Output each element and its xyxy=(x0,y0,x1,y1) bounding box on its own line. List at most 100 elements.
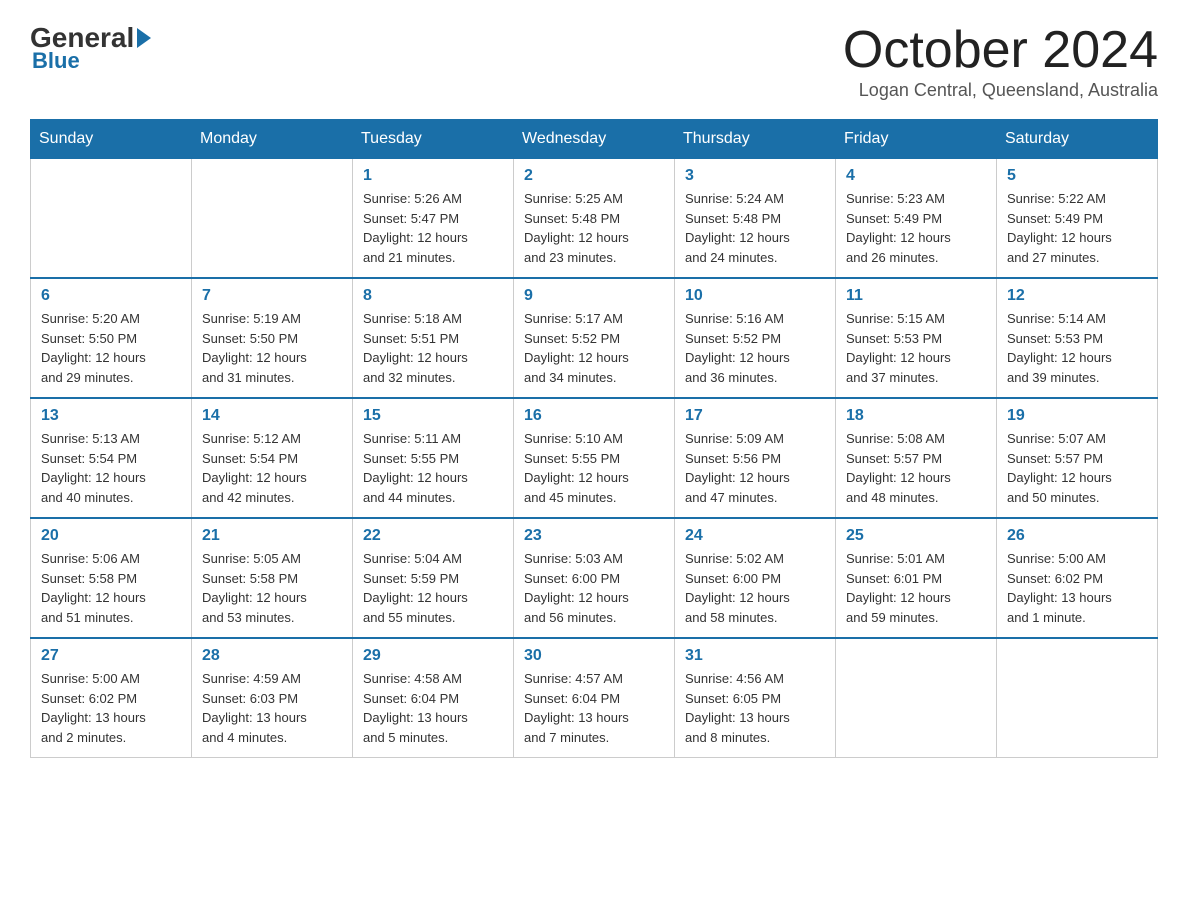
calendar-cell: 31 Sunrise: 4:56 AMSunset: 6:05 PMDayligh… xyxy=(675,638,836,758)
day-number: 20 xyxy=(41,527,181,545)
calendar-cell: 5 Sunrise: 5:22 AMSunset: 5:49 PMDaylight… xyxy=(997,159,1158,279)
day-number: 24 xyxy=(685,527,825,545)
day-number: 25 xyxy=(846,527,986,545)
day-info: Sunrise: 5:13 AMSunset: 5:54 PMDaylight:… xyxy=(41,429,181,507)
day-info: Sunrise: 5:15 AMSunset: 5:53 PMDaylight:… xyxy=(846,309,986,387)
day-number: 17 xyxy=(685,407,825,425)
day-number: 8 xyxy=(363,287,503,305)
day-number: 14 xyxy=(202,407,342,425)
day-number: 16 xyxy=(524,407,664,425)
day-info: Sunrise: 5:16 AMSunset: 5:52 PMDaylight:… xyxy=(685,309,825,387)
calendar-cell: 15Sunrise: 5:11 AMSunset: 5:55 PMDayligh… xyxy=(353,398,514,518)
weekday-header-wednesday: Wednesday xyxy=(514,120,675,159)
day-number: 28 xyxy=(202,647,342,665)
day-number: 23 xyxy=(524,527,664,545)
calendar-table: SundayMondayTuesdayWednesdayThursdayFrid… xyxy=(30,119,1158,758)
day-info: Sunrise: 5:03 AMSunset: 6:00 PMDaylight:… xyxy=(524,549,664,627)
day-number: 4 xyxy=(846,167,986,185)
calendar-cell: 13 Sunrise: 5:13 AMSunset: 5:54 PMDayligh… xyxy=(31,398,192,518)
day-info: Sunrise: 5:06 AMSunset: 5:58 PMDaylight:… xyxy=(41,549,181,627)
calendar-cell: 20 Sunrise: 5:06 AMSunset: 5:58 PMDayligh… xyxy=(31,518,192,638)
week-row-2: 6 Sunrise: 5:20 AMSunset: 5:50 PMDaylight… xyxy=(31,278,1158,398)
day-info: Sunrise: 5:05 AMSunset: 5:58 PMDaylight:… xyxy=(202,549,342,627)
day-info: Sunrise: 5:18 AMSunset: 5:51 PMDaylight:… xyxy=(363,309,503,387)
day-number: 22 xyxy=(363,527,503,545)
calendar-cell: 22Sunrise: 5:04 AMSunset: 5:59 PMDayligh… xyxy=(353,518,514,638)
calendar-cell: 8 Sunrise: 5:18 AMSunset: 5:51 PMDaylight… xyxy=(353,278,514,398)
day-info: Sunrise: 5:10 AMSunset: 5:55 PMDaylight:… xyxy=(524,429,664,507)
day-number: 2 xyxy=(524,167,664,185)
day-number: 29 xyxy=(363,647,503,665)
calendar-cell xyxy=(31,159,192,279)
day-number: 12 xyxy=(1007,287,1147,305)
day-info: Sunrise: 5:08 AMSunset: 5:57 PMDaylight:… xyxy=(846,429,986,507)
calendar-cell: 30 Sunrise: 4:57 AMSunset: 6:04 PMDayligh… xyxy=(514,638,675,758)
day-info: Sunrise: 5:23 AMSunset: 5:49 PMDaylight:… xyxy=(846,189,986,267)
day-info: Sunrise: 4:59 AMSunset: 6:03 PMDaylight:… xyxy=(202,669,342,747)
day-number: 18 xyxy=(846,407,986,425)
calendar-cell: 12 Sunrise: 5:14 AMSunset: 5:53 PMDayligh… xyxy=(997,278,1158,398)
calendar-cell: 21 Sunrise: 5:05 AMSunset: 5:58 PMDayligh… xyxy=(192,518,353,638)
day-number: 31 xyxy=(685,647,825,665)
calendar-cell xyxy=(192,159,353,279)
day-number: 21 xyxy=(202,527,342,545)
day-info: Sunrise: 5:01 AMSunset: 6:01 PMDaylight:… xyxy=(846,549,986,627)
day-number: 9 xyxy=(524,287,664,305)
day-number: 13 xyxy=(41,407,181,425)
day-info: Sunrise: 5:20 AMSunset: 5:50 PMDaylight:… xyxy=(41,309,181,387)
day-number: 27 xyxy=(41,647,181,665)
day-number: 6 xyxy=(41,287,181,305)
day-info: Sunrise: 5:19 AMSunset: 5:50 PMDaylight:… xyxy=(202,309,342,387)
weekday-header-saturday: Saturday xyxy=(997,120,1158,159)
calendar-cell: 14Sunrise: 5:12 AMSunset: 5:54 PMDayligh… xyxy=(192,398,353,518)
weekday-header-thursday: Thursday xyxy=(675,120,836,159)
day-info: Sunrise: 4:57 AMSunset: 6:04 PMDaylight:… xyxy=(524,669,664,747)
calendar-cell: 9 Sunrise: 5:17 AMSunset: 5:52 PMDaylight… xyxy=(514,278,675,398)
week-row-3: 13 Sunrise: 5:13 AMSunset: 5:54 PMDayligh… xyxy=(31,398,1158,518)
logo: General Blue xyxy=(30,24,153,74)
calendar-cell: 26 Sunrise: 5:00 AMSunset: 6:02 PMDayligh… xyxy=(997,518,1158,638)
calendar-cell: 28 Sunrise: 4:59 AMSunset: 6:03 PMDayligh… xyxy=(192,638,353,758)
calendar-cell xyxy=(836,638,997,758)
week-row-4: 20 Sunrise: 5:06 AMSunset: 5:58 PMDayligh… xyxy=(31,518,1158,638)
calendar-cell: 25 Sunrise: 5:01 AMSunset: 6:01 PMDayligh… xyxy=(836,518,997,638)
day-info: Sunrise: 5:17 AMSunset: 5:52 PMDaylight:… xyxy=(524,309,664,387)
calendar-cell: 10 Sunrise: 5:16 AMSunset: 5:52 PMDayligh… xyxy=(675,278,836,398)
day-number: 10 xyxy=(685,287,825,305)
week-row-1: 1Sunrise: 5:26 AMSunset: 5:47 PMDaylight… xyxy=(31,159,1158,279)
day-info: Sunrise: 5:00 AMSunset: 6:02 PMDaylight:… xyxy=(1007,549,1147,627)
day-number: 7 xyxy=(202,287,342,305)
calendar-cell: 4 Sunrise: 5:23 AMSunset: 5:49 PMDaylight… xyxy=(836,159,997,279)
day-number: 3 xyxy=(685,167,825,185)
day-number: 11 xyxy=(846,287,986,305)
weekday-header-row: SundayMondayTuesdayWednesdayThursdayFrid… xyxy=(31,120,1158,159)
calendar-cell: 19Sunrise: 5:07 AMSunset: 5:57 PMDayligh… xyxy=(997,398,1158,518)
calendar-cell: 29 Sunrise: 4:58 AMSunset: 6:04 PMDayligh… xyxy=(353,638,514,758)
weekday-header-tuesday: Tuesday xyxy=(353,120,514,159)
calendar-cell: 7 Sunrise: 5:19 AMSunset: 5:50 PMDaylight… xyxy=(192,278,353,398)
day-info: Sunrise: 5:14 AMSunset: 5:53 PMDaylight:… xyxy=(1007,309,1147,387)
page-header: General Blue October 2024 Logan Central,… xyxy=(30,24,1158,101)
month-title: October 2024 xyxy=(843,24,1158,76)
calendar-cell: 3 Sunrise: 5:24 AMSunset: 5:48 PMDaylight… xyxy=(675,159,836,279)
calendar-cell: 11 Sunrise: 5:15 AMSunset: 5:53 PMDayligh… xyxy=(836,278,997,398)
logo-blue-text: Blue xyxy=(32,48,80,74)
title-area: October 2024 Logan Central, Queensland, … xyxy=(843,24,1158,101)
calendar-cell: 18 Sunrise: 5:08 AMSunset: 5:57 PMDayligh… xyxy=(836,398,997,518)
calendar-cell: 6 Sunrise: 5:20 AMSunset: 5:50 PMDaylight… xyxy=(31,278,192,398)
weekday-header-friday: Friday xyxy=(836,120,997,159)
weekday-header-sunday: Sunday xyxy=(31,120,192,159)
day-info: Sunrise: 4:56 AMSunset: 6:05 PMDaylight:… xyxy=(685,669,825,747)
day-info: Sunrise: 5:24 AMSunset: 5:48 PMDaylight:… xyxy=(685,189,825,267)
week-row-5: 27Sunrise: 5:00 AMSunset: 6:02 PMDayligh… xyxy=(31,638,1158,758)
day-info: Sunrise: 5:26 AMSunset: 5:47 PMDaylight:… xyxy=(363,189,503,267)
logo-arrow-icon xyxy=(137,28,151,48)
day-number: 30 xyxy=(524,647,664,665)
calendar-cell: 2Sunrise: 5:25 AMSunset: 5:48 PMDaylight… xyxy=(514,159,675,279)
day-info: Sunrise: 4:58 AMSunset: 6:04 PMDaylight:… xyxy=(363,669,503,747)
day-info: Sunrise: 5:09 AMSunset: 5:56 PMDaylight:… xyxy=(685,429,825,507)
day-number: 19 xyxy=(1007,407,1147,425)
day-number: 26 xyxy=(1007,527,1147,545)
day-info: Sunrise: 5:22 AMSunset: 5:49 PMDaylight:… xyxy=(1007,189,1147,267)
day-number: 5 xyxy=(1007,167,1147,185)
